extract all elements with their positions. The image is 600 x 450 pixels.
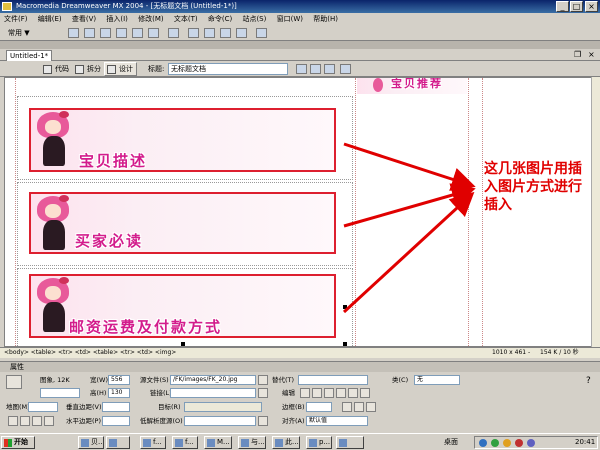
taskbar-task[interactable] xyxy=(106,436,130,449)
download-size: 154 K / 10 秒 xyxy=(540,349,579,356)
taskbar-task[interactable]: M... xyxy=(204,436,232,449)
crop-icon[interactable] xyxy=(324,388,334,398)
task-icon xyxy=(175,439,183,447)
target-label: 目标(R) xyxy=(158,403,181,411)
align-right-icon[interactable] xyxy=(366,402,376,412)
image-thumbnail-icon xyxy=(6,375,22,389)
edit-label: 编辑 xyxy=(282,389,295,397)
height-label: 高(H) xyxy=(90,389,107,397)
circle-hotspot-icon[interactable] xyxy=(32,416,42,426)
annotation-text: 这几张图片用插入图片方式进行插入 xyxy=(484,161,582,213)
taskbar-task[interactable] xyxy=(336,436,364,449)
height-field[interactable]: 130 xyxy=(108,388,130,398)
browse-folder-icon[interactable] xyxy=(258,375,268,385)
resample-icon[interactable] xyxy=(336,388,346,398)
link-label: 链接(L) xyxy=(150,389,172,397)
help-icon[interactable]: ? xyxy=(586,376,591,386)
system-tray: 20:41 xyxy=(474,436,598,449)
browse-folder-icon[interactable] xyxy=(258,388,268,398)
volume-icon[interactable] xyxy=(527,439,535,447)
taskbar-task[interactable]: 此... xyxy=(272,436,300,449)
taskbar: 开始 贝... f... f... M... 与... 此... p... 桌面… xyxy=(0,433,600,450)
network-icon[interactable] xyxy=(479,439,487,447)
brightness-icon[interactable] xyxy=(348,388,358,398)
task-label: f... xyxy=(153,438,162,446)
task-icon xyxy=(207,439,215,447)
task-icon xyxy=(309,439,317,447)
browse-folder-icon[interactable] xyxy=(258,416,268,426)
task-label: M... xyxy=(217,438,230,446)
arrow xyxy=(343,183,476,228)
target-select[interactable] xyxy=(184,402,262,412)
image-size-label: 图象, 12K xyxy=(40,376,70,384)
properties-panel: 属性 图象, 12K 宽(W) 556 源文件(S) /FK/images/FK… xyxy=(0,361,600,433)
taskbar-task[interactable]: 与... xyxy=(238,436,266,449)
tag-path[interactable]: <body> <table> <tr> <td> <table> <tr> <t… xyxy=(4,349,176,356)
task-icon xyxy=(109,439,117,447)
window-size[interactable]: 1010 x 461 - xyxy=(492,348,530,358)
border-label: 边框(B) xyxy=(282,403,305,411)
map-field[interactable] xyxy=(28,402,58,412)
align-select[interactable]: 默认值 xyxy=(306,416,368,426)
polygon-hotspot-icon[interactable] xyxy=(44,416,54,426)
class-select[interactable]: 无 xyxy=(414,375,460,385)
optimize-image-icon[interactable] xyxy=(312,388,322,398)
hspace-field[interactable] xyxy=(102,416,130,426)
taskbar-task[interactable]: 贝... xyxy=(78,436,104,449)
map-label: 地图(M) xyxy=(6,403,30,411)
edit-image-icon[interactable] xyxy=(300,388,310,398)
task-label: 与... xyxy=(251,438,265,446)
task-icon xyxy=(81,439,89,447)
task-icon xyxy=(339,439,347,447)
task-label: p... xyxy=(319,438,331,446)
task-icon xyxy=(275,439,283,447)
task-icon xyxy=(143,439,151,447)
class-label: 类(C) xyxy=(392,376,409,384)
task-label: 贝... xyxy=(91,438,104,446)
alt-label: 替代(T) xyxy=(272,376,295,384)
arrow xyxy=(342,191,475,314)
taskbar-task[interactable]: p... xyxy=(306,436,332,449)
width-field[interactable]: 556 xyxy=(108,375,130,385)
src-field[interactable]: /FK/images/FK_20.jpg xyxy=(170,375,256,385)
arrow xyxy=(343,142,476,191)
lowsrc-label: 低解析度源(O) xyxy=(140,417,183,425)
align-center-icon[interactable] xyxy=(354,402,364,412)
clock: 20:41 xyxy=(575,438,596,446)
width-label: 宽(W) xyxy=(90,376,108,384)
tag-selector-bar: <body> <table> <tr> <td> <table> <tr> <t… xyxy=(0,347,600,358)
rect-hotspot-icon[interactable] xyxy=(20,416,30,426)
start-button[interactable]: 开始 xyxy=(1,436,35,449)
align-label: 对齐(A) xyxy=(282,417,305,425)
tray-app-icon[interactable] xyxy=(503,439,511,447)
taskbar-task[interactable]: f... xyxy=(172,436,198,449)
vspace-field[interactable] xyxy=(102,402,130,412)
pointer-hotspot-icon[interactable] xyxy=(8,416,18,426)
alt-field[interactable] xyxy=(298,375,368,385)
task-icon xyxy=(241,439,249,447)
hspace-label: 水平边距(P) xyxy=(66,417,101,425)
properties-header[interactable]: 属性 xyxy=(0,362,600,372)
tray-app-icon[interactable] xyxy=(515,439,523,447)
task-label: f... xyxy=(185,438,194,446)
tray-app-icon[interactable] xyxy=(491,439,499,447)
lowsrc-field[interactable] xyxy=(184,416,256,426)
windows-logo-icon xyxy=(4,439,12,447)
start-label: 开始 xyxy=(14,438,28,446)
taskbar-task[interactable]: f... xyxy=(140,436,166,449)
image-name-field[interactable] xyxy=(40,388,80,398)
link-field[interactable] xyxy=(170,388,256,398)
border-field[interactable] xyxy=(306,402,332,412)
desktop-toolbar-label[interactable]: 桌面 xyxy=(444,436,458,449)
task-label: 此... xyxy=(285,438,299,446)
src-label: 源文件(S) xyxy=(140,376,169,384)
align-left-icon[interactable] xyxy=(342,402,352,412)
sharpen-icon[interactable] xyxy=(360,388,370,398)
vspace-label: 垂直边距(V) xyxy=(66,403,102,411)
